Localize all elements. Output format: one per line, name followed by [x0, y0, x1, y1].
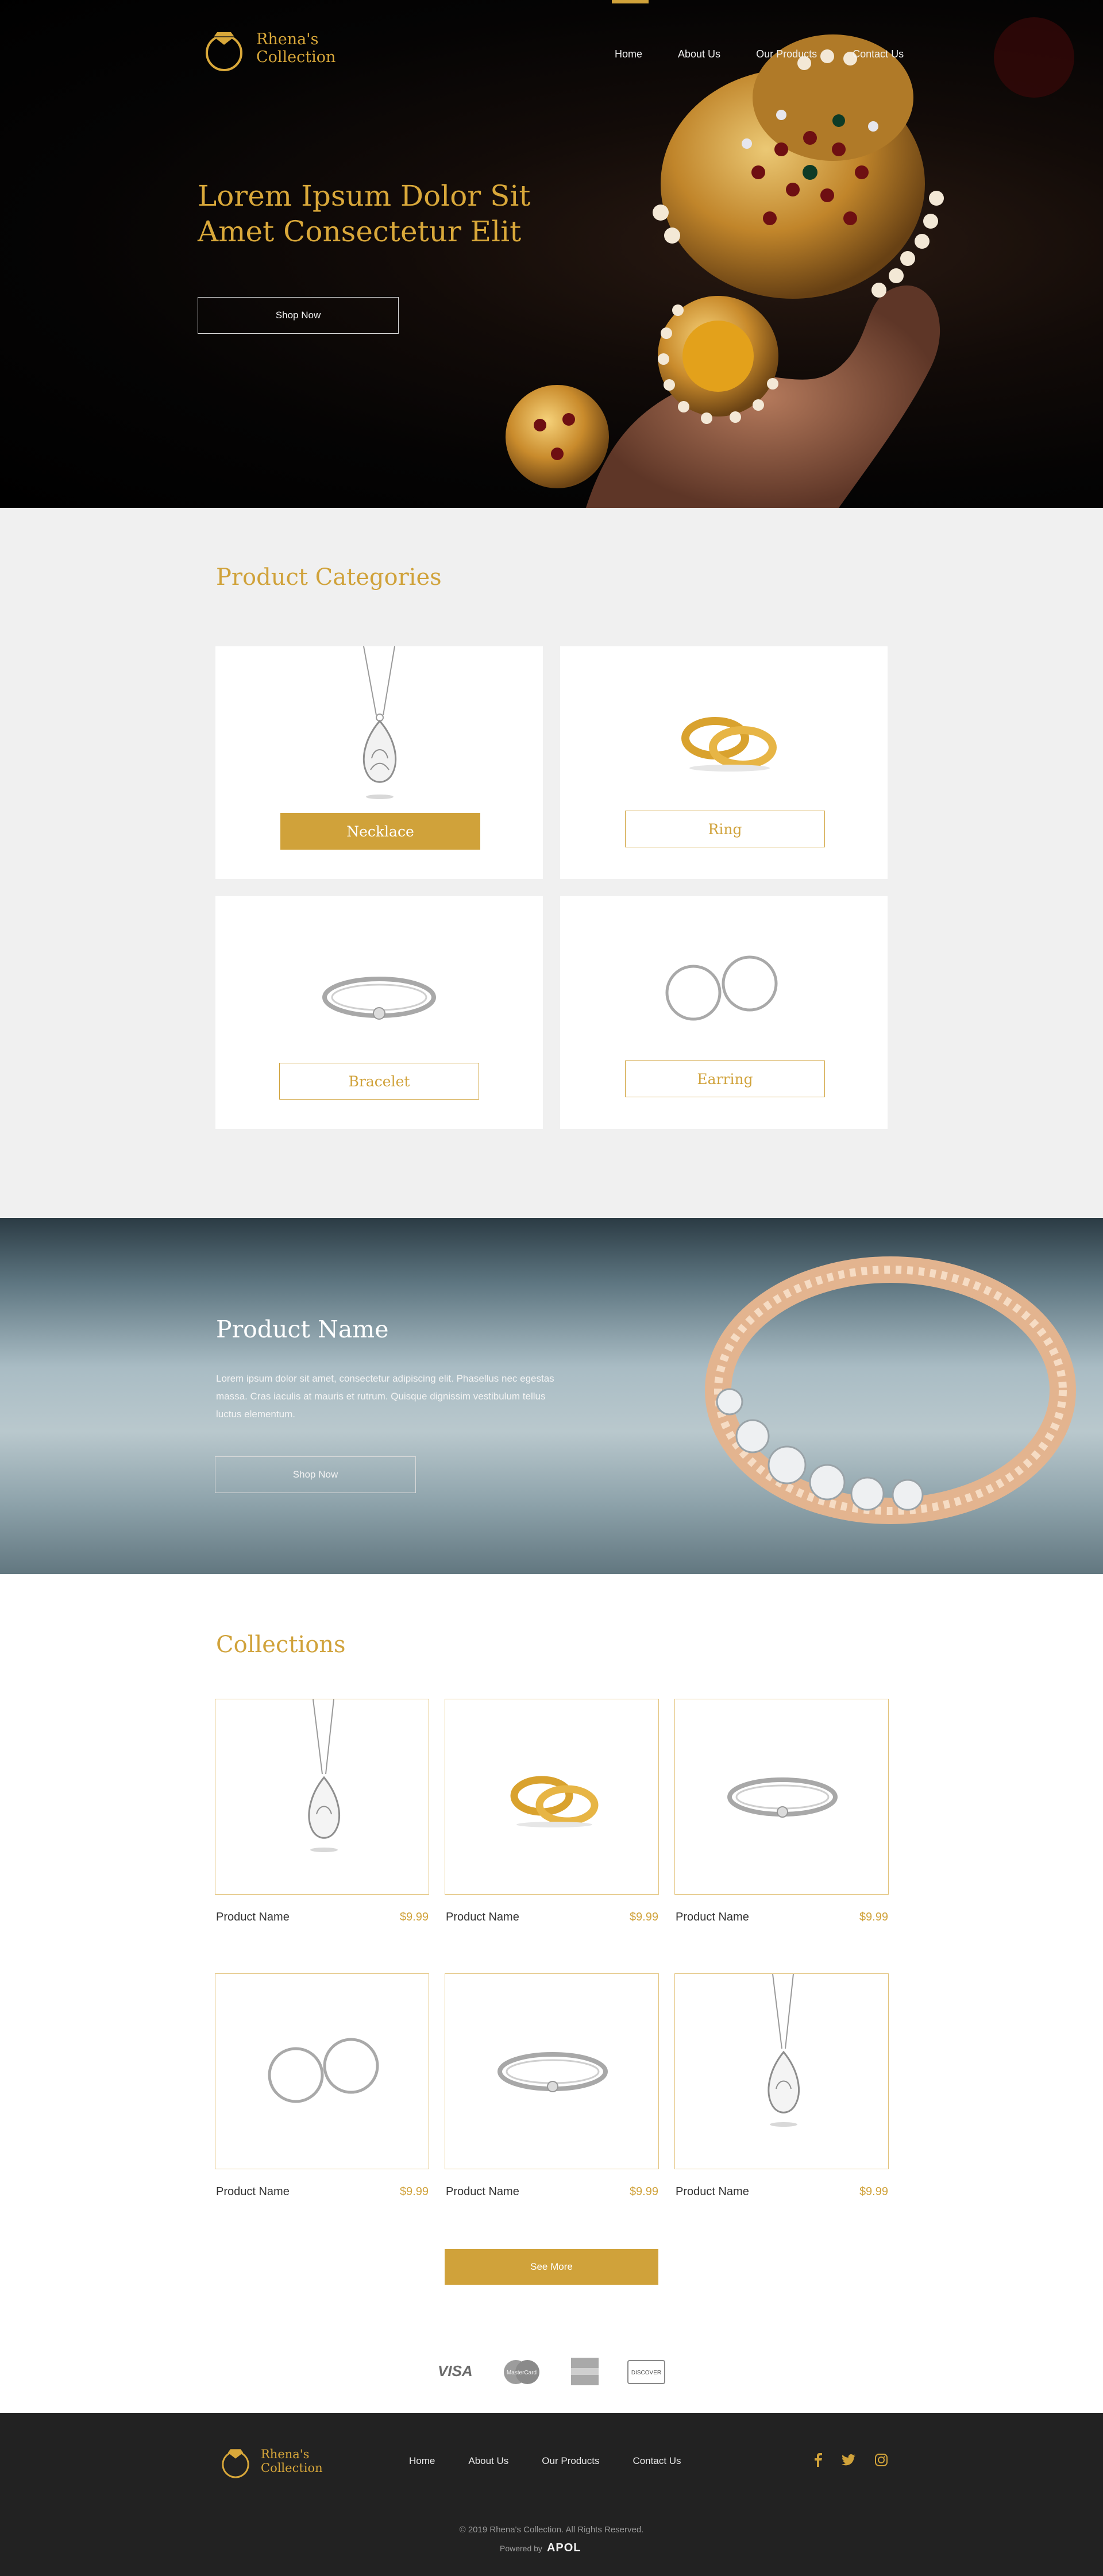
- nav-about[interactable]: About Us: [678, 48, 720, 60]
- bracelet-icon: [727, 1777, 838, 1818]
- product-card-3[interactable]: [674, 1699, 889, 1895]
- footer-brand-logo[interactable]: Rhena's Collection: [216, 2442, 323, 2481]
- footer-nav-contact[interactable]: Contact Us: [633, 2455, 681, 2467]
- hero-section: Rhena's Collection Home About Us Our Pro…: [0, 0, 1103, 508]
- category-card-bracelet[interactable]: Bracelet: [215, 896, 543, 1129]
- earring-icon: [268, 2038, 379, 2103]
- footer-brand-name-line2: Collection: [261, 2461, 323, 2475]
- category-card-ring[interactable]: Ring: [560, 646, 888, 879]
- featured-shop-now-button[interactable]: Shop Now: [215, 1456, 416, 1493]
- footer-brand-name-line1: Rhena's: [261, 2447, 310, 2461]
- product-name-5[interactable]: Product Name: [446, 2185, 519, 2199]
- footer-nav: Home About Us Our Products Contact Us: [409, 2455, 715, 2467]
- product-name-1[interactable]: Product Name: [216, 1911, 290, 1924]
- brand-name-line2: Collection: [256, 48, 336, 66]
- product-card-5[interactable]: [445, 1973, 659, 2169]
- category-button-earring[interactable]: Earring: [625, 1061, 825, 1097]
- featured-ring-photo: [705, 1256, 1076, 1524]
- footer-nav-home[interactable]: Home: [409, 2455, 435, 2467]
- main-nav: Home About Us Our Products Contact Us: [615, 48, 939, 60]
- product-card-2[interactable]: [445, 1699, 659, 1895]
- necklace-icon: [308, 1699, 340, 1852]
- nav-contact[interactable]: Contact Us: [853, 48, 904, 60]
- hero-title: Lorem Ipsum Dolor Sit Amet Consectetur E…: [198, 179, 531, 248]
- ring-logo-icon: [222, 2449, 249, 2478]
- featured-product-description: Lorem ipsum dolor sit amet, consectetur …: [216, 1373, 554, 1420]
- site-footer: Rhena's Collection Home About Us Our Pro…: [0, 2413, 1103, 2576]
- earring-icon: [665, 955, 778, 1021]
- product-price-1: $9.99: [399, 1911, 429, 1923]
- product-price-4: $9.99: [399, 2185, 429, 2198]
- featured-product-title: Product Name: [216, 1316, 389, 1343]
- nav-products[interactable]: Our Products: [756, 48, 817, 60]
- bracelet-icon: [497, 2052, 608, 2092]
- brand-name-line1: Rhena's: [256, 30, 319, 48]
- ring-icon: [681, 717, 777, 772]
- powered-by-brand[interactable]: APOL: [547, 2542, 581, 2555]
- see-more-button[interactable]: See More: [445, 2249, 658, 2285]
- brand-logo[interactable]: Rhena's Collection: [198, 22, 335, 75]
- necklace-icon: [362, 646, 397, 799]
- hero-jewelry-photo: [506, 17, 1074, 508]
- product-categories-section: [0, 508, 1103, 1218]
- product-price-2: $9.99: [629, 1911, 658, 1923]
- mastercard-label: MasterCard: [507, 2370, 537, 2376]
- nav-home[interactable]: Home: [615, 48, 642, 60]
- product-price-6: $9.99: [859, 2185, 888, 2198]
- product-name-2[interactable]: Product Name: [446, 1911, 519, 1924]
- product-name-3[interactable]: Product Name: [676, 1911, 749, 1924]
- category-button-ring[interactable]: Ring: [625, 811, 825, 847]
- copyright-text: © 2019 Rhena's Collection. All Rights Re…: [459, 2525, 644, 2535]
- product-price-5: $9.99: [629, 2185, 658, 2198]
- category-card-earring[interactable]: Earring: [560, 896, 888, 1129]
- hero-shop-now-button[interactable]: Shop Now: [198, 297, 399, 334]
- product-card-4[interactable]: [215, 1973, 429, 2169]
- category-card-necklace[interactable]: Necklace: [215, 646, 543, 879]
- discover-label: DISCOVER: [631, 2370, 661, 2376]
- product-name-4[interactable]: Product Name: [216, 2185, 290, 2199]
- visa-icon: VISA: [438, 2362, 473, 2380]
- categories-title: Product Categories: [216, 564, 442, 591]
- bracelet-icon: [322, 977, 436, 1020]
- footer-nav-products[interactable]: Our Products: [542, 2455, 599, 2467]
- discover-icon: DISCOVER: [627, 2360, 665, 2384]
- necklace-icon: [768, 1974, 800, 2127]
- ring-logo-icon: [206, 32, 242, 71]
- product-card-1[interactable]: [215, 1699, 429, 1895]
- ring-icon: [510, 1776, 599, 1827]
- product-name-6[interactable]: Product Name: [676, 2185, 749, 2199]
- twitter-icon[interactable]: [837, 2448, 860, 2471]
- facebook-icon[interactable]: [807, 2448, 830, 2471]
- amex-icon: [571, 2358, 599, 2385]
- category-button-necklace[interactable]: Necklace: [280, 813, 480, 850]
- category-button-bracelet[interactable]: Bracelet: [279, 1063, 479, 1100]
- product-card-6[interactable]: [674, 1973, 889, 2169]
- powered-by: Powered by APOL: [500, 2542, 581, 2555]
- powered-by-label: Powered by: [500, 2543, 542, 2553]
- instagram-icon[interactable]: [870, 2448, 893, 2471]
- mastercard-icon: MasterCard: [504, 2360, 539, 2384]
- collections-title: Collections: [216, 1632, 346, 1658]
- footer-nav-about[interactable]: About Us: [468, 2455, 508, 2467]
- product-price-3: $9.99: [859, 1911, 888, 1923]
